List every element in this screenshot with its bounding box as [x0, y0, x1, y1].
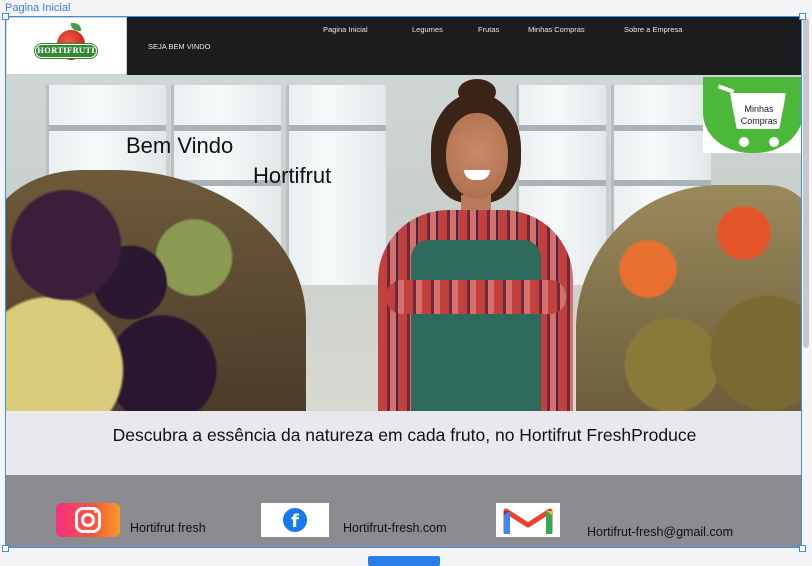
cart-badge-label: Minhas Compras [740, 104, 778, 126]
nav-pagina-inicial[interactable]: Pagina Inicial [323, 25, 368, 34]
tagline-section: Descubra a essência da natureza em cada … [6, 411, 801, 475]
facebook-label[interactable]: Hortifrut-fresh.com [343, 521, 447, 535]
fruits-display [576, 185, 801, 411]
footer: Hortifrut fresh f Hortifrut-fresh.com Ho… [6, 475, 801, 547]
logo[interactable]: HORTIFRUTI [6, 17, 127, 75]
gmail-icon[interactable] [496, 503, 560, 537]
nav-sobre-empresa[interactable]: Sobre a Empresa [624, 25, 682, 34]
cart-wheel-icon [769, 137, 779, 147]
person-hair-bun [458, 79, 496, 105]
logo-text: HORTIFRUTI [35, 44, 97, 58]
minhas-compras-button[interactable]: Minhas Compras [703, 77, 801, 153]
page-frame: HORTIFRUTI SEJA BEM VINDO Pagina Inicial… [5, 16, 802, 548]
instagram-icon[interactable] [56, 503, 120, 537]
resize-handle[interactable] [799, 545, 806, 552]
hero-title-line2: Hortifrut [253, 163, 332, 188]
person-face [446, 113, 508, 199]
resize-handle[interactable] [2, 545, 9, 552]
email-label[interactable]: Hortifrut-fresh@gmail.com [587, 525, 733, 539]
resize-handle[interactable] [2, 13, 9, 20]
tagline: Descubra a essência da natureza em cada … [112, 425, 697, 445]
frame-label[interactable]: Pagina Inicial [5, 2, 70, 14]
person-arms [386, 280, 566, 314]
header: HORTIFRUTI SEJA BEM VINDO Pagina Inicial… [6, 17, 801, 75]
facebook-icon[interactable]: f [261, 503, 329, 537]
person-apron [411, 240, 541, 411]
vertical-scrollbar[interactable] [803, 18, 809, 348]
hero-banner: Bem Vindo Hortifrut Minhas Compras [6, 75, 801, 411]
cart-wheel-icon [739, 137, 749, 147]
nav-legumes[interactable]: Legumes [412, 25, 443, 34]
welcome-text: SEJA BEM VINDO [148, 42, 211, 51]
dimension-badge [368, 556, 440, 566]
nav-minhas-compras[interactable]: Minhas Compras [528, 25, 585, 34]
hero-title-line1: Bem Vindo [126, 133, 234, 158]
resize-handle[interactable] [799, 13, 806, 20]
instagram-label[interactable]: Hortifrut fresh [130, 521, 206, 535]
nav-frutas[interactable]: Frutas [478, 25, 499, 34]
